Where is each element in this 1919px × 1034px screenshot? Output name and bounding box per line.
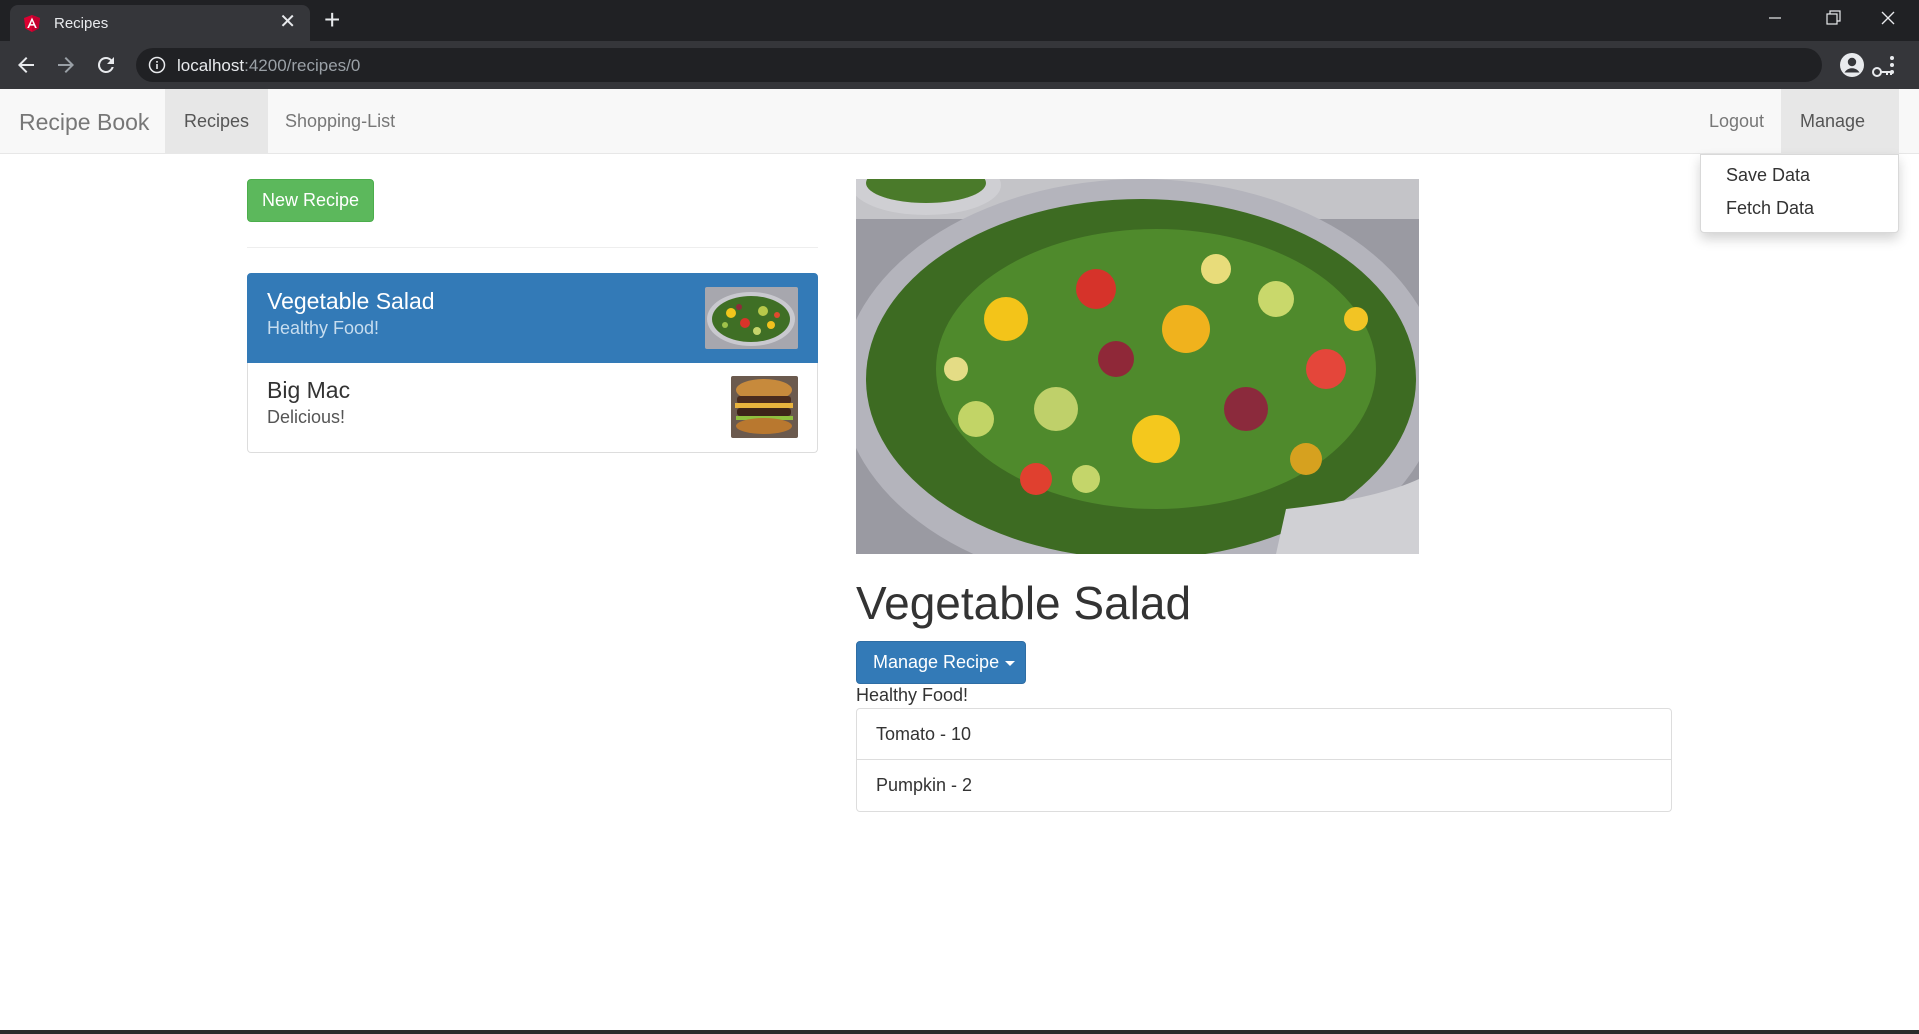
logout-link[interactable]: Logout xyxy=(1690,89,1783,153)
manage-label: Manage xyxy=(1800,111,1866,131)
recipe-item-description: Delicious! xyxy=(267,407,346,427)
recipe-description: Healthy Food! xyxy=(856,685,969,705)
angular-icon xyxy=(24,15,40,32)
url-path: :4200/recipes/0 xyxy=(244,56,361,75)
window-close-icon[interactable] xyxy=(1866,0,1912,38)
ingredient-item[interactable]: Pumpkin - 2 xyxy=(856,760,1672,812)
caret-down-icon xyxy=(1005,660,1016,666)
manage-recipe-button[interactable]: Manage Recipe xyxy=(856,641,1026,684)
tab-close-icon[interactable]: ✕ xyxy=(279,11,296,33)
url-host: localhost xyxy=(177,56,245,75)
reload-icon[interactable] xyxy=(94,53,118,77)
new-tab-icon[interactable]: + xyxy=(324,6,340,34)
browser-menu-icon[interactable] xyxy=(1882,53,1902,77)
recipe-list: Vegetable Salad Healthy Food! Big Mac De… xyxy=(247,273,818,453)
info-icon[interactable] xyxy=(148,56,166,74)
recipe-list-item[interactable]: Vegetable Salad Healthy Food! xyxy=(247,273,818,363)
recipe-item-description: Healthy Food! xyxy=(267,318,380,338)
ingredient-item[interactable]: Tomato - 10 xyxy=(856,708,1672,760)
save-data-item[interactable]: Save Data xyxy=(1726,165,1810,186)
recipe-image xyxy=(856,179,1419,554)
back-icon[interactable] xyxy=(14,53,38,77)
ingredient-list: Tomato - 10 Pumpkin - 2 xyxy=(856,708,1672,812)
manage-dropdown-menu: Save Data Fetch Data xyxy=(1700,154,1899,233)
address-bar[interactable]: localhost:4200/recipes/0 xyxy=(136,48,1892,82)
recipe-title: Vegetable Salad xyxy=(856,577,1192,629)
tab-title: Recipes xyxy=(54,15,109,32)
fetch-data-item[interactable]: Fetch Data xyxy=(1726,198,1814,219)
browser-tab[interactable]: Recipes ✕ xyxy=(10,5,310,41)
restore-icon[interactable] xyxy=(1810,0,1856,38)
burger-thumbnail-image xyxy=(731,376,798,438)
nav-shopping-list[interactable]: Shopping-List xyxy=(266,89,414,153)
profile-icon[interactable] xyxy=(1838,51,1866,79)
browser-tab-strip: Recipes ✕ + xyxy=(0,0,1919,41)
minimize-icon[interactable] xyxy=(1752,0,1798,38)
nav-recipes[interactable]: Recipes xyxy=(165,89,269,153)
manage-recipe-label: Manage Recipe xyxy=(873,652,1000,672)
manage-dropdown-toggle[interactable]: Manage xyxy=(1781,89,1899,189)
app-navbar: Recipe Book Recipes Shopping-List Logout… xyxy=(0,89,1919,189)
recipe-item-name: Big Mac xyxy=(267,377,351,403)
new-recipe-button[interactable]: New Recipe xyxy=(247,179,374,222)
url-text: localhost:4200/recipes/0 xyxy=(177,56,360,76)
browser-toolbar: localhost:4200/recipes/0 xyxy=(0,41,1919,89)
navbar-brand[interactable]: Recipe Book xyxy=(19,109,149,136)
salad-thumbnail-image xyxy=(705,287,798,349)
taskbar-edge xyxy=(0,1030,1919,1034)
recipe-list-item[interactable]: Big Mac Delicious! xyxy=(247,363,818,453)
forward-icon[interactable] xyxy=(54,53,78,77)
divider xyxy=(247,247,818,248)
recipe-item-name: Vegetable Salad xyxy=(267,288,435,314)
